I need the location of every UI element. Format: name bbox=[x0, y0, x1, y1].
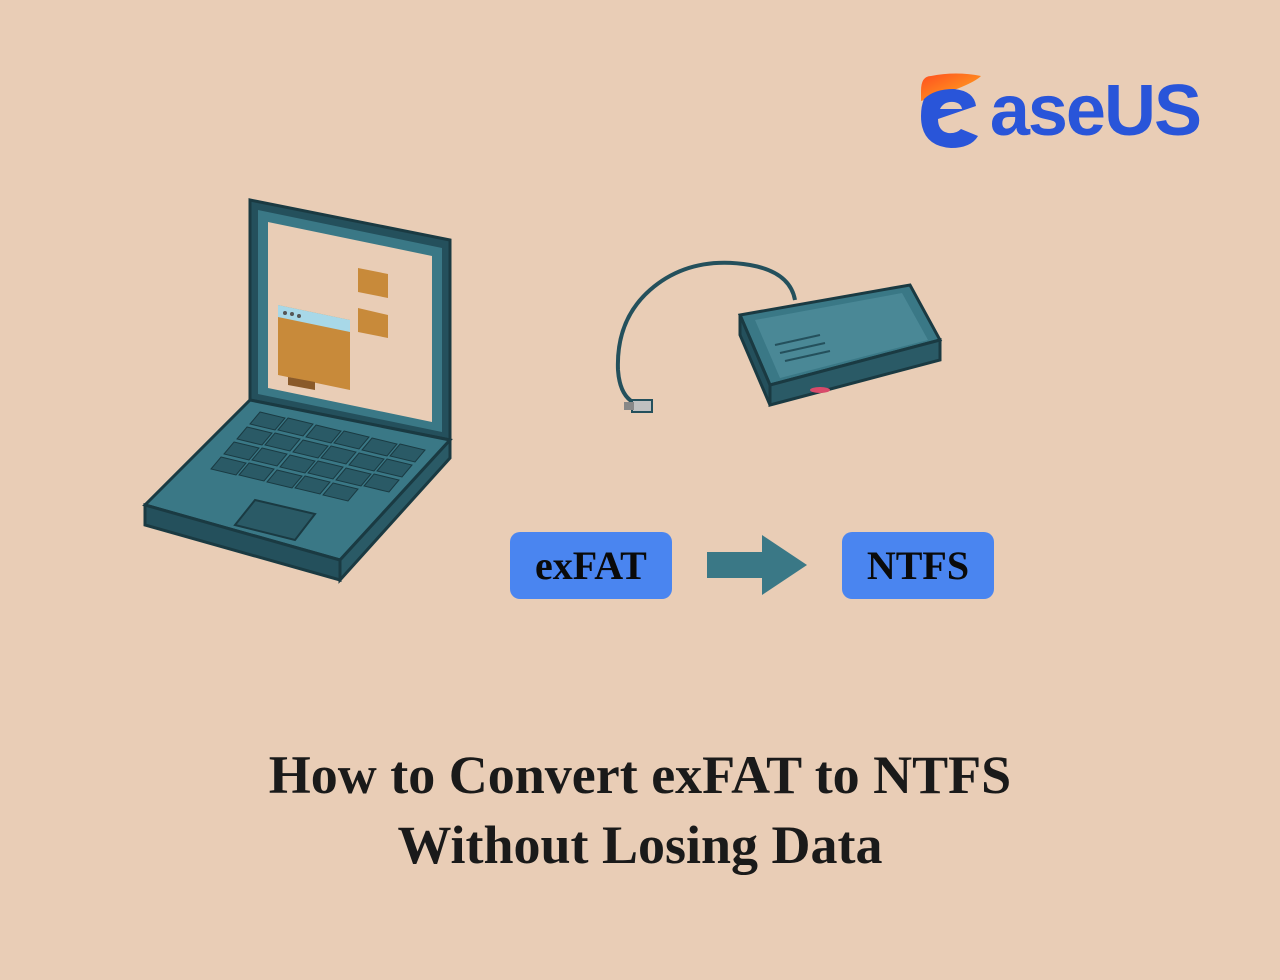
ntfs-badge: NTFS bbox=[842, 532, 994, 599]
page-title: How to Convert exFAT to NTFS Without Los… bbox=[0, 740, 1280, 880]
exfat-badge: exFAT bbox=[510, 532, 672, 599]
arrow-right-icon bbox=[702, 530, 812, 600]
conversion-badges: exFAT NTFS bbox=[510, 530, 994, 600]
title-line-2: Without Losing Data bbox=[0, 810, 1280, 880]
brand-logo: aseUS bbox=[916, 70, 1200, 152]
title-line-1: How to Convert exFAT to NTFS bbox=[0, 740, 1280, 810]
logo-text: aseUS bbox=[990, 70, 1200, 152]
logo-icon bbox=[916, 71, 986, 151]
laptop-illustration bbox=[140, 190, 570, 620]
external-drive-illustration bbox=[610, 250, 960, 460]
